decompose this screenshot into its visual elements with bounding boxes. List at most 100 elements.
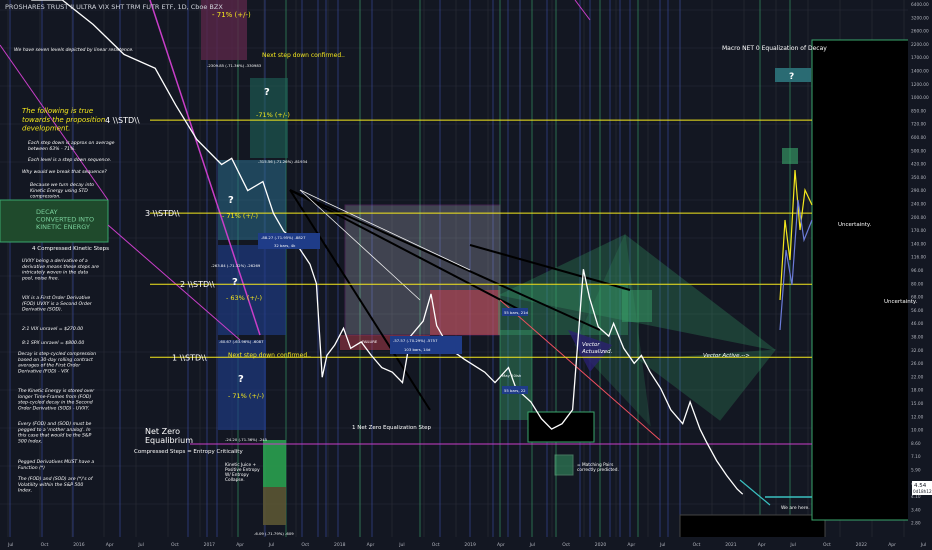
annot-macro: Macro NET 0 Equalization of Decay — [722, 45, 827, 52]
annot-top-pct: - 71% (+/-) — [212, 11, 251, 19]
time-tick-label: 2018 — [334, 542, 346, 548]
level-label: 2 \\STD\\ — [180, 280, 215, 289]
bars-a: 32 bars, 4k — [274, 243, 296, 248]
measure-g: -88.27 (-71.95%) -8827 — [261, 235, 306, 240]
price-tick-label: 12.00 — [911, 414, 924, 420]
price-tick-label: 200.00 — [911, 215, 926, 221]
bars-d: 55 bars, 22 — [504, 388, 526, 393]
price-tick-label: 96.00 — [911, 268, 924, 274]
time-tick-label: Apr — [888, 542, 896, 548]
time-tick-label: Jul — [268, 542, 274, 548]
time-tick-label: 2016 — [73, 542, 85, 548]
zone-box-green — [263, 440, 286, 487]
level-label: 3 \\STD\\ — [145, 209, 180, 218]
annot-step-down-2: Next step down confirmed.. — [228, 352, 311, 359]
price-tick-label: 1200.00 — [911, 82, 929, 88]
price-tick-label: 38.00 — [911, 335, 924, 341]
price-tick-label: 1000.00 — [911, 95, 929, 101]
price-tick-label: 116.00 — [911, 255, 926, 261]
zone-box-green-5 — [782, 148, 798, 164]
time-tick-label: Apr — [367, 542, 375, 548]
left-note: 2:1 VIX unravel = $270.00 — [22, 326, 83, 332]
zone-box-black-1 — [527, 411, 595, 443]
price-tick-label: 1700.00 — [911, 55, 929, 61]
last-price-countdown: 0d18h12m — [913, 489, 932, 494]
price-tick-label: 2600.00 — [911, 29, 929, 35]
price-tick-label: 10.00 — [911, 428, 924, 434]
price-tick-label: 240.00 — [911, 202, 926, 208]
price-tick-label: 56.00 — [911, 308, 924, 314]
time-tick-label: 2022 — [856, 542, 868, 548]
measure-f: -6.09 (-71.79%) -609 — [254, 531, 294, 536]
price-tick-label: 500.00 — [911, 148, 926, 154]
left-note: Why would we break that sequence? — [22, 169, 107, 175]
time-tick-label: Apr — [758, 542, 766, 548]
measure-e: -24.20 (-71.36%) -245 — [225, 437, 268, 442]
measure-d: -60.67 (-63.96%) -6087 — [219, 339, 264, 344]
price-tick-label: 15.00 — [911, 401, 924, 407]
time-tick-label: 2021 — [725, 542, 737, 548]
uvxy-chart: 4 \\STD\\3 \\STD\\2 \\STD\\1 \\STD\\Net … — [0, 0, 932, 550]
price-tick-label: 850.00 — [911, 108, 926, 114]
time-tick-label: Apr — [497, 542, 505, 548]
zone-box-olive — [263, 487, 286, 525]
annot-uncertainty-1: Uncertainty. — [838, 222, 871, 228]
annot-we-are-here: We are here. — [781, 505, 810, 511]
price-tick-label: 22.00 — [911, 374, 924, 380]
price-tick-label: 18.00 — [911, 388, 924, 394]
price-tick-label: 350.00 — [911, 175, 926, 181]
chart-stage: 4 \\STD\\ 3 \\STD\\ 2 \\STD\\ 1 \\STD\\ Net … — [0, 0, 932, 550]
price-tick-label: 2.80 — [911, 521, 921, 527]
price-tick-label: 140.00 — [911, 241, 926, 247]
measure-a: -2309.85 (-71.36%) -330983 — [207, 63, 262, 68]
annot-qmark-4: ? — [238, 374, 244, 385]
time-tick-label: Jul — [137, 542, 143, 548]
left-note: 8:1 SPX unravel = $800.00 — [22, 340, 84, 346]
price-tick-label: 290.00 — [911, 188, 926, 194]
price-tick-label: 46.00 — [911, 321, 924, 327]
price-tick-label: 420.00 — [911, 162, 926, 168]
annot-four-compressed: 4 Compressed Kinetic Steps — [32, 246, 109, 252]
time-tick-label: 2020 — [595, 542, 607, 548]
left-note: Each level is a step down sequence. — [28, 157, 111, 163]
level-label: 1 \\STD\\ — [172, 353, 207, 362]
price-tick-label: 170.00 — [911, 228, 926, 234]
annot-qmark-3: ? — [232, 277, 238, 288]
price-tick-label: 6400.00 — [911, 2, 929, 8]
price-axis: 6400.00 3200.00 2600.00 2200.00 1700.00 1400.… — [908, 0, 932, 537]
annot-matching-pairs: = Matching Pairs correctly predicted. — [577, 462, 619, 473]
annot-qmark-1: ? — [264, 87, 270, 98]
time-tick-label: Jul — [7, 542, 13, 548]
annot-qmark-5: ? — [789, 72, 794, 82]
time-tick-label: Oct — [823, 542, 831, 548]
time-tick-label: Jul — [659, 542, 665, 548]
left-note: We have seven levels depicted by linear … — [14, 47, 134, 53]
time-tick-label: Oct — [301, 542, 309, 548]
time-tick-label: Oct — [432, 542, 440, 548]
annot-qmark-2: ? — [228, 195, 234, 206]
legend-green-square — [554, 454, 574, 476]
annot-uncertainty-2: Uncertainty. — [884, 299, 917, 305]
annot-failure: FAILURE — [362, 339, 378, 344]
price-tick-label: 2200.00 — [911, 42, 929, 48]
price-tick-label: 26.00 — [911, 361, 924, 367]
time-tick-label: Jul — [398, 542, 404, 548]
measure-h: -57.57 (-70.29%) -5757 — [393, 338, 438, 343]
price-tick-label: 720.00 — [911, 122, 926, 128]
time-tick-label: Jul — [529, 542, 535, 548]
time-tick-label: Jul — [920, 542, 926, 548]
price-tick-label: 32.00 — [911, 348, 924, 354]
annot-compressed-steps: Compressed Steps = Entropy Criticality — [134, 449, 243, 455]
time-tick-label: Oct — [41, 542, 49, 548]
price-tick-label: 5.90 — [911, 468, 921, 474]
annot-pct-71-a: -71% (+/-) — [256, 111, 290, 119]
time-tick-label: Oct — [171, 542, 179, 548]
price-tick-label: 80.00 — [911, 281, 924, 287]
annot-may: May 20ish — [502, 373, 522, 378]
time-tick-label: Jul — [789, 542, 795, 548]
price-tick-label: 7.10 — [911, 454, 921, 460]
annot-net-zero-step: 1 Net Zero Equalization Step — [352, 425, 432, 431]
price-tick-label: 1400.00 — [911, 69, 929, 75]
annot-step-down-1: Next step down confirmed.. — [262, 52, 345, 59]
level-label: 4 \\STD\\ — [105, 116, 140, 125]
